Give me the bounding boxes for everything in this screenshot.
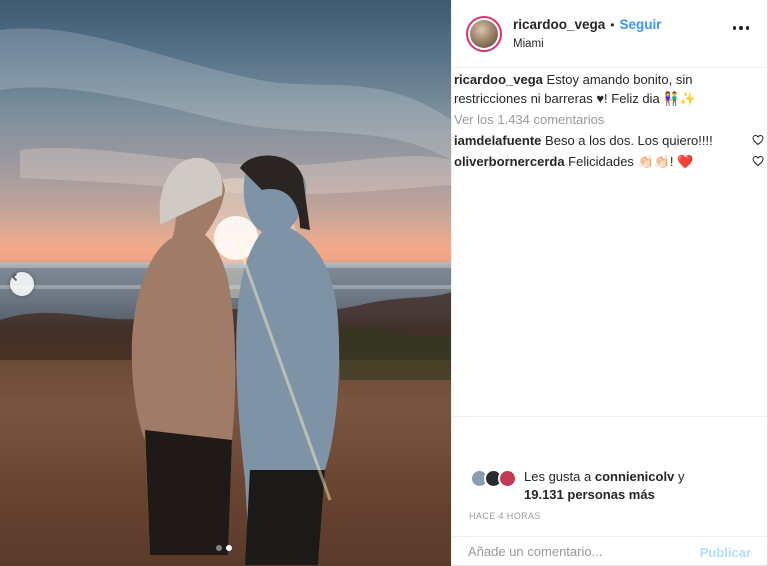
avatar[interactable] (466, 16, 502, 52)
add-comment-bar: Publicar (452, 536, 767, 566)
likes-prefix: Les gusta a (524, 469, 592, 484)
heart-outline-icon[interactable] (752, 155, 764, 167)
username-link[interactable]: ricardoo_vega (513, 17, 605, 32)
follow-button[interactable]: Seguir (620, 17, 662, 32)
chevron-left-icon (11, 272, 18, 282)
location-link[interactable]: Miami (513, 38, 544, 50)
liker-username-link[interactable]: connienicolv (595, 469, 674, 484)
more-options-icon[interactable] (732, 26, 749, 30)
likes-text: Les gusta a connienicolv y 19.131 person… (524, 468, 684, 504)
carousel-prev-button[interactable] (10, 272, 34, 296)
comment-text: Beso a los dos. Los quiero!!!! (545, 133, 713, 148)
comment-username[interactable]: iamdelafuente (454, 133, 541, 148)
heart-outline-icon[interactable] (752, 134, 764, 146)
comment-item: iamdelafuente Beso a los dos. Los quiero… (454, 131, 764, 150)
likes-count-link[interactable]: 19.131 personas más (524, 487, 655, 502)
photo-scene (0, 28, 451, 565)
comments-section: ricardoo_vega Estoy amando bonito, sin r… (454, 70, 764, 171)
carousel-dot-active (226, 545, 232, 551)
avatar (498, 469, 517, 488)
post-header: ricardoo_vega • Seguir Miami (452, 0, 767, 68)
comment-input[interactable] (468, 544, 688, 559)
liker-avatars[interactable] (470, 468, 520, 488)
caption-username[interactable]: ricardoo_vega (454, 72, 543, 87)
bullet-separator: • (610, 17, 615, 32)
post-caption: ricardoo_vega Estoy amando bonito, sin r… (454, 70, 764, 108)
carousel-indicator (216, 545, 232, 551)
publish-button[interactable]: Publicar (700, 545, 751, 560)
post-details-pane: ricardoo_vega • Seguir Miami ricardoo_ve… (451, 0, 768, 566)
view-all-comments-link[interactable]: Ver los 1.434 comentarios (454, 110, 764, 129)
carousel-dot (216, 545, 222, 551)
comment-username[interactable]: oliverbornercerda (454, 154, 565, 169)
actions-divider (452, 416, 767, 417)
comment-text: Felicidades 👏🏻👏🏻! ❤️ (568, 154, 694, 169)
likes-summary: Les gusta a connienicolv y 19.131 person… (470, 468, 684, 504)
post-photo[interactable] (0, 0, 451, 566)
username-row: ricardoo_vega • Seguir (513, 17, 662, 32)
likes-conjunction: y (677, 469, 685, 484)
comment-item: oliverbornercerda Felicidades 👏🏻👏🏻! ❤️ (454, 152, 764, 171)
post-timestamp[interactable]: HACE 4 HORAS (469, 511, 541, 521)
